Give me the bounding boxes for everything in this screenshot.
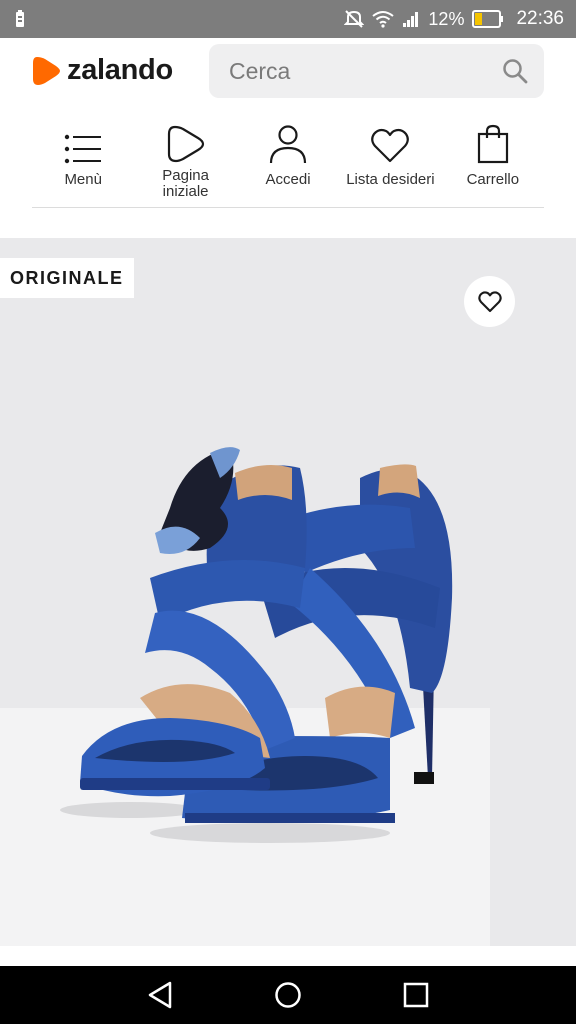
main-nav: Menù Pagina iniziale Accedi Lista deside… — [32, 118, 544, 208]
back-icon[interactable] — [146, 980, 174, 1015]
wifi-icon — [372, 10, 395, 28]
search-input[interactable] — [229, 44, 489, 98]
user-icon — [269, 118, 307, 164]
nav-label-menu: Menù — [64, 171, 102, 188]
heart-icon — [370, 118, 410, 164]
menu-icon — [64, 118, 102, 164]
nav-item-cart[interactable]: Carrello — [442, 118, 544, 207]
add-to-wishlist-button[interactable] — [464, 276, 515, 327]
system-nav-bar — [0, 966, 576, 1024]
nav-label-home: Pagina iniziale — [162, 167, 209, 200]
nav-item-login[interactable]: Accedi — [237, 118, 339, 207]
bag-icon — [477, 118, 509, 164]
nav-label-wishlist: Lista desideri — [346, 171, 435, 188]
battery-saver-icon — [14, 10, 26, 33]
mute-icon — [344, 9, 365, 29]
nav-label-login: Accedi — [265, 171, 311, 188]
heart-icon — [477, 290, 502, 312]
page-content-below — [0, 946, 576, 966]
signal-icon — [402, 10, 420, 28]
nav-item-menu[interactable]: Menù — [32, 118, 134, 207]
zalando-logo-icon — [33, 56, 60, 85]
original-badge: ORIGINALE — [0, 258, 134, 298]
logo-text: zalando — [67, 54, 173, 86]
nav-item-wishlist[interactable]: Lista desideri — [339, 118, 441, 207]
nav-label-cart: Carrello — [466, 171, 520, 188]
app-header: zalando — [0, 38, 576, 108]
battery-icon — [472, 10, 504, 28]
clock: 22:36 — [516, 8, 564, 29]
search-icon[interactable] — [502, 58, 528, 89]
shoe-photo — [60, 447, 453, 843]
recents-icon[interactable] — [402, 980, 430, 1015]
nav-item-home[interactable]: Pagina iniziale — [134, 118, 236, 207]
home-circle-icon[interactable] — [274, 980, 302, 1015]
search-box[interactable] — [209, 44, 544, 98]
battery-percent: 12% — [428, 8, 465, 29]
zalando-logo[interactable]: zalando — [31, 54, 173, 87]
home-play-icon — [166, 118, 206, 164]
status-bar: 12% 22:36 — [0, 0, 576, 38]
product-image[interactable]: ORIGINALE — [0, 238, 576, 946]
